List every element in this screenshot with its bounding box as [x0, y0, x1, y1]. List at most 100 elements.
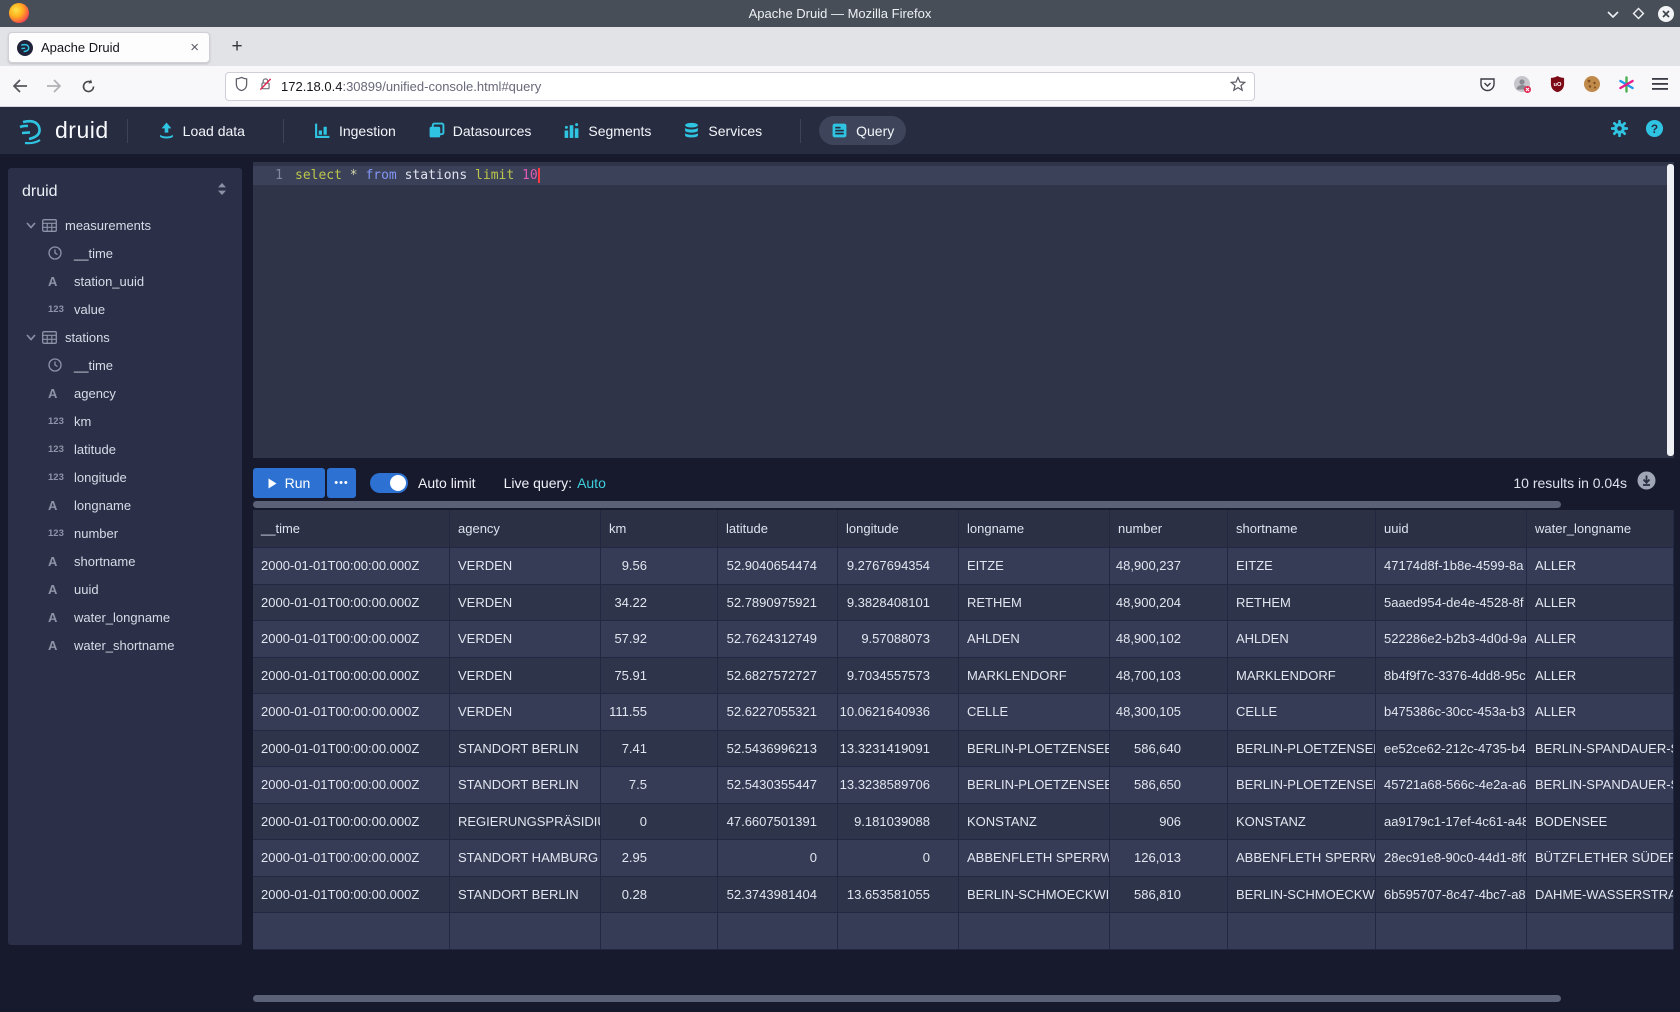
table-cell[interactable]: EITZE: [1228, 548, 1376, 585]
window-minimize-icon[interactable]: [1607, 10, 1619, 18]
tree-column-shortname[interactable]: A shortname: [8, 547, 242, 575]
lock-insecure-icon[interactable]: [258, 76, 273, 97]
table-cell[interactable]: 2000-01-01T00:00:00.000Z: [253, 731, 450, 768]
table-cell[interactable]: 52.7890975921: [718, 585, 838, 622]
tab-close-icon[interactable]: ×: [188, 39, 201, 56]
table-cell[interactable]: 522286e2-b2b3-4d0d-9a: [1376, 621, 1527, 658]
table-cell[interactable]: 0: [601, 804, 718, 841]
table-cell[interactable]: STANDORT BERLIN: [450, 767, 601, 804]
tree-column-value[interactable]: 123 value: [8, 295, 242, 323]
table-cell[interactable]: MARKLENDORF: [1228, 658, 1376, 695]
column-header-km[interactable]: km: [601, 510, 718, 548]
table-cell[interactable]: RETHEM: [1228, 585, 1376, 622]
table-cell[interactable]: BERLIN-PLOETZENSEE UW: [1228, 767, 1376, 804]
column-header-uuid[interactable]: uuid: [1376, 510, 1527, 548]
table-cell[interactable]: 7.41: [601, 731, 718, 768]
reload-icon[interactable]: [74, 72, 102, 100]
table-cell[interactable]: MARKLENDORF: [959, 658, 1110, 695]
table-cell[interactable]: 52.3743981404: [718, 877, 838, 914]
table-cell[interactable]: BÜTZFLETHER SÜDERELBE: [1527, 840, 1674, 877]
table-cell[interactable]: b475386c-30cc-453a-b3: [1376, 694, 1527, 731]
table-cell[interactable]: 111.55: [601, 694, 718, 731]
table-cell[interactable]: BERLIN-PLOETZENSEE OW: [1228, 731, 1376, 768]
table-cell[interactable]: 48,900,204: [1110, 585, 1228, 622]
table-cell[interactable]: ABBENFLETH SPERRWERK: [1228, 840, 1376, 877]
table-cell[interactable]: 57.92: [601, 621, 718, 658]
tree-column-station_uuid[interactable]: A station_uuid: [8, 267, 242, 295]
table-cell[interactable]: ALLER: [1527, 585, 1674, 622]
table-cell[interactable]: 13.3231419091: [838, 731, 959, 768]
table-hscrollbar-bottom[interactable]: [253, 995, 1561, 1002]
table-cell[interactable]: 47.6607501391: [718, 804, 838, 841]
table-cell[interactable]: STANDORT HAMBURG: [450, 840, 601, 877]
table-cell[interactable]: 2000-01-01T00:00:00.000Z: [253, 621, 450, 658]
table-cell[interactable]: 9.56: [601, 548, 718, 585]
table-cell[interactable]: 52.5436996213: [718, 731, 838, 768]
table-cell[interactable]: 126,013: [1110, 840, 1228, 877]
table-cell[interactable]: 2000-01-01T00:00:00.000Z: [253, 585, 450, 622]
table-cell[interactable]: EITZE: [959, 548, 1110, 585]
double-caret-vertical-icon[interactable]: [216, 182, 228, 201]
table-cell[interactable]: VERDEN: [450, 621, 601, 658]
column-header-agency[interactable]: agency: [450, 510, 601, 548]
table-cell[interactable]: 13.3238589706: [838, 767, 959, 804]
table-cell[interactable]: 2000-01-01T00:00:00.000Z: [253, 694, 450, 731]
pocket-icon[interactable]: [1479, 76, 1496, 98]
table-cell[interactable]: ALLER: [1527, 548, 1674, 585]
tree-column-__time[interactable]: __time: [8, 239, 242, 267]
table-cell[interactable]: AHLDEN: [959, 621, 1110, 658]
table-cell[interactable]: ee52ce62-212c-4735-b4: [1376, 731, 1527, 768]
table-cell[interactable]: aa9179c1-17ef-4c61-a48: [1376, 804, 1527, 841]
table-cell[interactable]: 52.5430355447: [718, 767, 838, 804]
live-query-control[interactable]: Live query:Auto: [504, 475, 606, 491]
table-cell[interactable]: ALLER: [1527, 621, 1674, 658]
tree-column-__time[interactable]: __time: [8, 351, 242, 379]
table-cell[interactable]: ABBENFLETH SPERRWERK: [959, 840, 1110, 877]
download-icon[interactable]: [1637, 471, 1656, 495]
editor-vertical-scrollbar[interactable]: [1667, 164, 1674, 456]
table-cell[interactable]: BODENSEE: [1527, 804, 1674, 841]
table-cell[interactable]: 2000-01-01T00:00:00.000Z: [253, 767, 450, 804]
table-cell[interactable]: 52.6827572727: [718, 658, 838, 695]
table-cell[interactable]: 586,650: [1110, 767, 1228, 804]
tree-table-measurements[interactable]: measurements: [8, 211, 242, 239]
tree-column-longname[interactable]: A longname: [8, 491, 242, 519]
nav-item-ingestion[interactable]: Ingestion: [302, 116, 408, 145]
table-cell[interactable]: 0: [718, 840, 838, 877]
table-cell[interactable]: 2000-01-01T00:00:00.000Z: [253, 804, 450, 841]
table-cell[interactable]: 5aaed954-de4e-4528-8f: [1376, 585, 1527, 622]
browser-tab-apache-druid[interactable]: Apache Druid ×: [8, 32, 210, 63]
table-cell[interactable]: 13.653581055: [838, 877, 959, 914]
tree-column-number[interactable]: 123 number: [8, 519, 242, 547]
table-cell[interactable]: 2000-01-01T00:00:00.000Z: [253, 877, 450, 914]
schema-name[interactable]: druid: [22, 183, 58, 201]
column-header-longname[interactable]: longname: [959, 510, 1110, 548]
table-cell[interactable]: 34.22: [601, 585, 718, 622]
table-cell[interactable]: CELLE: [959, 694, 1110, 731]
table-cell[interactable]: 0.28: [601, 877, 718, 914]
account-icon[interactable]: [1513, 75, 1532, 99]
table-cell[interactable]: STANDORT BERLIN: [450, 731, 601, 768]
forward-icon[interactable]: [40, 72, 68, 100]
url-text[interactable]: 172.18.0.4:30899/unified-console.html#qu…: [281, 79, 1230, 94]
table-cell[interactable]: 52.9040654474: [718, 548, 838, 585]
tree-column-latitude[interactable]: 123 latitude: [8, 435, 242, 463]
bookmark-star-icon[interactable]: [1230, 76, 1246, 97]
nav-item-services[interactable]: Services: [671, 116, 774, 145]
tree-column-km[interactable]: 123 km: [8, 407, 242, 435]
table-cell[interactable]: 28ec91e8-90c0-44d1-8f0: [1376, 840, 1527, 877]
table-hscrollbar-top[interactable]: [253, 501, 1561, 508]
column-header-__time[interactable]: __time: [253, 510, 450, 548]
table-cell[interactable]: 52.7624312749: [718, 621, 838, 658]
tree-table-stations[interactable]: stations: [8, 323, 242, 351]
table-cell[interactable]: BERLIN-SCHMOECKWITZ: [1228, 877, 1376, 914]
table-cell[interactable]: 48,700,103: [1110, 658, 1228, 695]
table-cell[interactable]: 586,640: [1110, 731, 1228, 768]
tree-column-water_shortname[interactable]: A water_shortname: [8, 631, 242, 659]
table-cell[interactable]: BERLIN-SPANDAUER-SCHIFFAHRTSKANAL: [1527, 731, 1674, 768]
column-header-latitude[interactable]: latitude: [718, 510, 838, 548]
new-tab-button[interactable]: +: [224, 34, 250, 60]
druid-logo[interactable]: druid: [16, 116, 109, 146]
table-cell[interactable]: 2000-01-01T00:00:00.000Z: [253, 548, 450, 585]
table-cell[interactable]: 586,810: [1110, 877, 1228, 914]
